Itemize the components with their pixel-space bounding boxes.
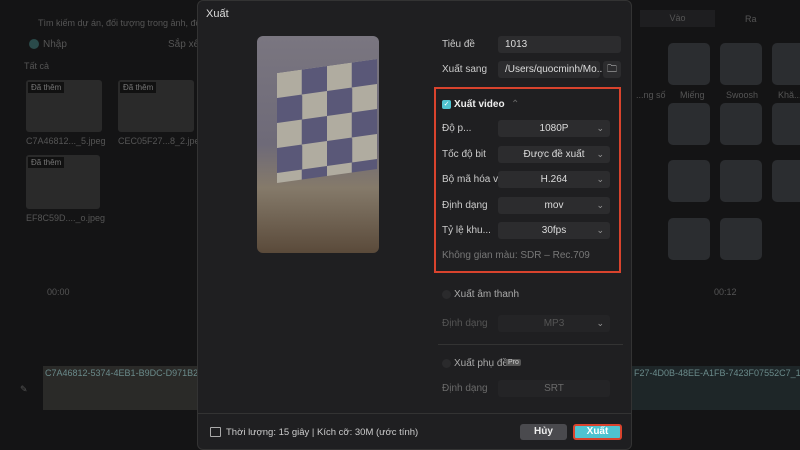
audio-format-select[interactable]: MP3 ⌄ xyxy=(498,315,610,332)
divider xyxy=(438,344,623,345)
resolution-select[interactable]: 1080P ⌄ xyxy=(498,120,610,137)
effect-label: ...ng số xyxy=(636,90,666,100)
framerate-label: Tỷ lệ khu... xyxy=(442,225,491,236)
media-name: EF8C59D...._o.jpeg xyxy=(26,213,106,223)
tab-out[interactable]: Ra xyxy=(745,14,757,24)
chevron-down-icon: ⌄ xyxy=(596,149,604,159)
tab-in[interactable]: Vào xyxy=(640,10,715,27)
export-dialog: Xuất Tiêu đề 1013 Xuất sang /Users/quocm… xyxy=(197,0,632,450)
added-tag: Đã thêm xyxy=(28,157,65,168)
title-input[interactable]: 1013 xyxy=(498,36,621,53)
effect-thumb[interactable] xyxy=(720,160,762,202)
video-checkbox[interactable]: ✓ xyxy=(442,100,451,109)
effect-thumb[interactable] xyxy=(772,103,800,145)
duration-size-info: Thời lượng: 15 giây | Kích cỡ: 30M (ước … xyxy=(226,427,419,438)
effect-thumb[interactable] xyxy=(668,43,710,85)
audio-format-label: Định dạng xyxy=(442,318,488,329)
video-preview xyxy=(257,36,379,253)
chevron-down-icon: ⌄ xyxy=(596,318,604,328)
color-space-text: Không gian màu: SDR – Rec.709 xyxy=(442,250,590,261)
export-to-label: Xuất sang xyxy=(442,64,488,75)
effect-thumb[interactable] xyxy=(668,218,710,260)
audio-checkbox[interactable] xyxy=(442,290,451,299)
media-thumb[interactable]: Đã thêm xyxy=(26,155,100,209)
media-name: CEC05F27...8_2.jpeg xyxy=(118,136,205,146)
subtitle-format-row: Định dạng SRT xyxy=(434,377,624,401)
subtitle-format-select[interactable]: SRT xyxy=(498,380,610,397)
effect-thumb[interactable] xyxy=(668,160,710,202)
codec-label: Bộ mã hóa và xyxy=(442,174,504,185)
dialog-title: Xuất xyxy=(206,8,229,20)
chevron-down-icon: ⌄ xyxy=(596,174,604,184)
chevron-down-icon: ⌄ xyxy=(596,123,604,133)
folder-icon[interactable]: 🗀 xyxy=(603,61,621,78)
import-button[interactable]: Nhập xyxy=(43,39,67,50)
footer-divider xyxy=(198,413,631,414)
effect-thumb[interactable] xyxy=(772,43,800,85)
chevron-down-icon: ⌄ xyxy=(596,200,604,210)
effect-thumb[interactable] xyxy=(668,103,710,145)
effect-label: Khă... xyxy=(778,90,800,100)
effect-label: Miếng xyxy=(680,90,705,100)
framerate-select[interactable]: 30fps ⌄ xyxy=(498,222,610,239)
chevron-up-icon[interactable]: ⌃ xyxy=(511,99,519,110)
effect-label: Swoosh xyxy=(726,90,759,100)
subtitle-checkbox[interactable] xyxy=(442,359,451,368)
cancel-button[interactable]: Hủy xyxy=(520,424,567,440)
effect-thumb[interactable] xyxy=(720,103,762,145)
search-input[interactable]: Tìm kiếm dự án, đối tượng trong ảnh, độn… xyxy=(38,18,211,28)
chevron-down-icon: ⌄ xyxy=(596,225,604,235)
added-tag: Đã thêm xyxy=(28,82,65,93)
timecode: 00:00 xyxy=(47,287,70,297)
export-subtitle-label: Xuất phụ đề xyxy=(454,358,508,369)
added-tag: Đã thêm xyxy=(120,82,157,93)
bitrate-label: Tốc độ bit xyxy=(442,149,486,160)
effect-thumb[interactable] xyxy=(720,43,762,85)
effect-thumb[interactable] xyxy=(772,160,800,202)
media-name: C7A46812..._5.jpeg xyxy=(26,136,106,146)
bitrate-select[interactable]: Được đề xuất ⌄ xyxy=(498,146,610,163)
film-icon xyxy=(210,427,221,437)
media-thumb[interactable]: Đã thêm xyxy=(118,80,194,132)
timeline-clip[interactable]: C7A46812-5374-4EB1-B9DC-D971B2DFFC xyxy=(43,366,197,410)
pro-badge: Pro xyxy=(506,359,521,366)
timecode: 00:12 xyxy=(714,287,737,297)
format-label: Định dạng xyxy=(442,200,488,211)
title-label: Tiêu đề xyxy=(442,39,475,50)
media-thumb[interactable]: Đã thêm xyxy=(26,80,102,132)
timeline-clip[interactable]: F27-4D0B-48EE-A1FB-7423F07552C7_1_105_c xyxy=(632,366,800,410)
export-button[interactable]: Xuất xyxy=(573,424,622,440)
export-path-input[interactable]: /Users/quocminh/Mo... xyxy=(498,61,605,78)
codec-select[interactable]: H.264 ⌄ xyxy=(498,171,610,188)
format-select[interactable]: mov ⌄ xyxy=(498,197,610,214)
resolution-label: Độ p... xyxy=(442,123,472,134)
effect-thumb[interactable] xyxy=(720,218,762,260)
export-video-label: Xuất video xyxy=(454,99,505,110)
subtitle-format-label: Định dạng xyxy=(442,383,488,394)
all-label: Tất cả xyxy=(24,61,50,71)
export-audio-label: Xuất âm thanh xyxy=(454,289,520,300)
import-icon xyxy=(29,39,39,49)
edit-icon[interactable]: ✎ xyxy=(20,384,28,395)
